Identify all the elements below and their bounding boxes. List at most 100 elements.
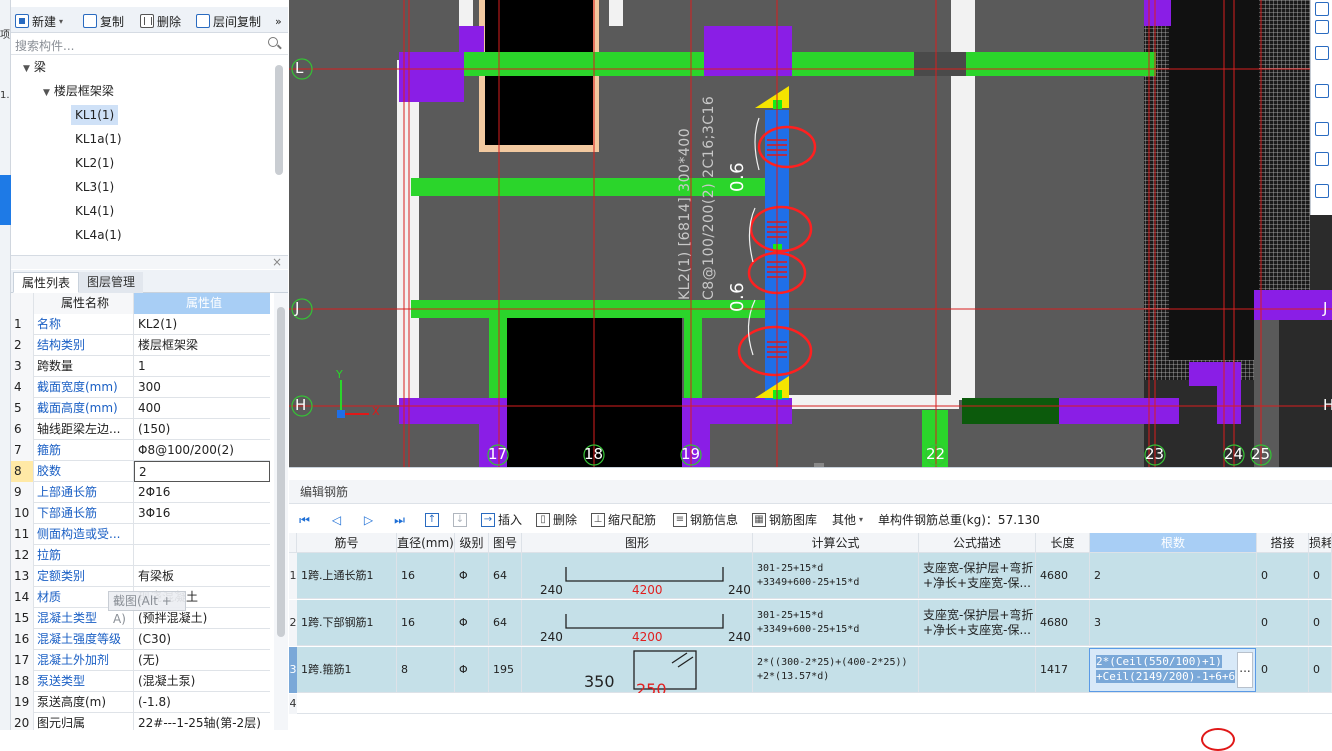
layer-copy-button[interactable]: 层间复制: [196, 12, 261, 30]
cell-shape[interactable]: 240 4200 240: [522, 553, 753, 599]
scale-rebar-button[interactable]: ⊥ 缩尺配筋: [591, 511, 656, 529]
property-value[interactable]: 22#---1-25轴(第-2层): [134, 713, 270, 730]
cell-loss[interactable]: 0: [1309, 553, 1332, 599]
property-row[interactable]: 15 混凝土类型 (预拌混凝土): [11, 608, 270, 629]
property-value[interactable]: (无): [134, 650, 270, 671]
cell-shape[interactable]: 240 4200 240: [522, 600, 753, 646]
rebar-info-button[interactable]: ≡ 钢筋信息: [673, 511, 738, 529]
tree-item-kl1[interactable]: KL1(1): [71, 105, 119, 125]
cell-grade[interactable]: Φ: [455, 647, 489, 693]
table-row[interactable]: 3 1跨.箍筋1 8 Φ 195 350 250 2*((300-2*25)+(…: [289, 647, 1332, 693]
property-row[interactable]: 13 定额类别 有梁板: [11, 566, 270, 587]
property-value[interactable]: [134, 524, 270, 545]
property-row[interactable]: 1 名称 KL2(1): [11, 314, 270, 335]
cad-drawing[interactable]: [289, 0, 1332, 467]
column-header-fig-no[interactable]: 图号: [489, 533, 522, 553]
left-strip-active-marker[interactable]: [0, 175, 11, 225]
cell-fig-no[interactable]: 64: [489, 600, 522, 646]
cell-bar-no[interactable]: 1跨.箍筋1: [297, 647, 397, 693]
cell-fig-no[interactable]: 64: [489, 553, 522, 599]
property-row[interactable]: 18 泵送类型 (混凝土泵): [11, 671, 270, 692]
toolbar-more-button[interactable]: »: [275, 12, 282, 30]
tree-item-kl4a[interactable]: KL4a(1): [75, 225, 122, 245]
table-row[interactable]: 1 1跨.上通长筋1 16 Φ 64 240 4200 240 301-25+1…: [289, 553, 1332, 599]
property-row[interactable]: 10 下部通长筋 3Φ16: [11, 503, 270, 524]
rebar-library-button[interactable]: ▦ 钢筋图库: [752, 511, 817, 529]
cell-bar-no[interactable]: 1跨.上通长筋1: [297, 553, 397, 599]
property-value[interactable]: Φ8@100/200(2): [134, 440, 270, 461]
cell-formula[interactable]: 2*((300-2*25)+(400-2*25)) +2*(13.57*d): [753, 647, 919, 693]
count-editor[interactable]: 2*(Ceil(550/100)+1) +Ceil(2149/200)-1+6+6…: [1089, 648, 1256, 692]
copy-button[interactable]: 复制: [83, 12, 124, 30]
3d-view-icon[interactable]: [1315, 20, 1329, 34]
count-more-button[interactable]: ...: [1237, 652, 1253, 688]
cell-count[interactable]: 3: [1090, 600, 1257, 646]
tree-node-beam[interactable]: ▼ 梁: [23, 57, 46, 77]
property-row[interactable]: 7 箍筋 Φ8@100/200(2): [11, 440, 270, 461]
property-row[interactable]: 17 混凝土外加剂 (无): [11, 650, 270, 671]
tree-node-floor-frame-beam[interactable]: ▼ 楼层框架梁: [43, 81, 114, 101]
property-row[interactable]: 6 轴线距梁左边... (150): [11, 419, 270, 440]
delete-button[interactable]: 删除: [140, 12, 181, 30]
table-row[interactable]: 2 1跨.下部钢筋1 16 Φ 64 240 4200 240 301-25+1…: [289, 600, 1332, 646]
view-cube-icon[interactable]: [1315, 2, 1329, 16]
cell-length[interactable]: 4680: [1036, 600, 1090, 646]
property-row[interactable]: 4 截面宽度(mm) 300: [11, 377, 270, 398]
cell-loss[interactable]: 0: [1309, 647, 1332, 693]
property-row[interactable]: 19 泵送高度(m) (-1.8): [11, 692, 270, 713]
property-value[interactable]: (预拌混凝土): [134, 608, 270, 629]
property-value[interactable]: 2: [134, 461, 270, 482]
column-header-lap[interactable]: 搭接: [1257, 533, 1309, 553]
property-value[interactable]: 2Φ16: [134, 482, 270, 503]
tree-item-kl2[interactable]: KL2(1): [75, 153, 114, 173]
property-value[interactable]: (150): [134, 419, 270, 440]
cell-formula-desc[interactable]: 支座宽-保护层+弯折 +净长+支座宽-保...: [919, 600, 1036, 646]
cell-loss[interactable]: 0: [1309, 600, 1332, 646]
column-header-count[interactable]: 根数: [1090, 533, 1257, 553]
property-value[interactable]: (C30): [134, 629, 270, 650]
panel-splitter[interactable]: ×: [11, 255, 288, 269]
search-input[interactable]: 搜索构件...: [15, 37, 74, 54]
cell-length[interactable]: 1417: [1036, 647, 1090, 693]
cell-fig-no[interactable]: 195: [489, 647, 522, 693]
cell-lap[interactable]: 0: [1257, 600, 1309, 646]
property-value[interactable]: (-1.8): [134, 692, 270, 713]
property-row[interactable]: 5 截面高度(mm) 400: [11, 398, 270, 419]
cell-count[interactable]: 2: [1090, 553, 1257, 599]
move-down-button[interactable]: ↓: [453, 511, 467, 529]
cell-bar-no[interactable]: 1跨.下部钢筋1: [297, 600, 397, 646]
delete-row-button[interactable]: ▯ 删除: [536, 511, 577, 529]
cell-lap[interactable]: 0: [1257, 553, 1309, 599]
column-header-formula[interactable]: 计算公式: [753, 533, 919, 553]
first-record-button[interactable]: ⏮: [298, 511, 311, 529]
list-icon[interactable]: [1315, 184, 1329, 198]
property-row[interactable]: 8 胶数 2: [11, 461, 270, 482]
solid-view-icon[interactable]: [1315, 84, 1329, 98]
cell-length[interactable]: 4680: [1036, 553, 1090, 599]
cell-formula[interactable]: 301-25+15*d +3349+600-25+15*d: [753, 553, 919, 599]
property-scrollbar-thumb[interactable]: [277, 307, 285, 637]
cell-lap[interactable]: 0: [1257, 647, 1309, 693]
column-header-formula-desc[interactable]: 公式描述: [919, 533, 1036, 553]
column-header-grade[interactable]: 级别: [455, 533, 489, 553]
cube-icon[interactable]: [1315, 152, 1329, 166]
cell-formula-desc[interactable]: [919, 647, 1036, 693]
close-panel-icon[interactable]: ×: [272, 255, 282, 269]
collapse-arrow-icon[interactable]: ▼: [23, 64, 30, 74]
property-row[interactable]: 20 图元归属 22#---1-25轴(第-2层): [11, 713, 270, 730]
next-record-button[interactable]: ▷: [362, 511, 375, 529]
tree-item-kl4[interactable]: KL4(1): [75, 201, 114, 221]
column-header-loss[interactable]: 损耗: [1309, 533, 1332, 553]
property-value[interactable]: 楼层框架梁: [134, 335, 270, 356]
tree-item-kl1a[interactable]: KL1a(1): [75, 129, 122, 149]
column-header-bar-no[interactable]: 筋号: [297, 533, 397, 553]
property-value[interactable]: KL2(1): [134, 314, 270, 335]
search-icon[interactable]: [268, 37, 278, 47]
property-row[interactable]: 16 混凝土强度等级 (C30): [11, 629, 270, 650]
property-row[interactable]: 12 拉筋: [11, 545, 270, 566]
property-value[interactable]: 400: [134, 398, 270, 419]
property-value[interactable]: (混凝土泵): [134, 671, 270, 692]
cell-shape[interactable]: 350 250: [522, 647, 753, 693]
collapse-arrow-icon[interactable]: ▼: [43, 88, 50, 98]
new-button[interactable]: 新建 ▾: [15, 12, 63, 30]
